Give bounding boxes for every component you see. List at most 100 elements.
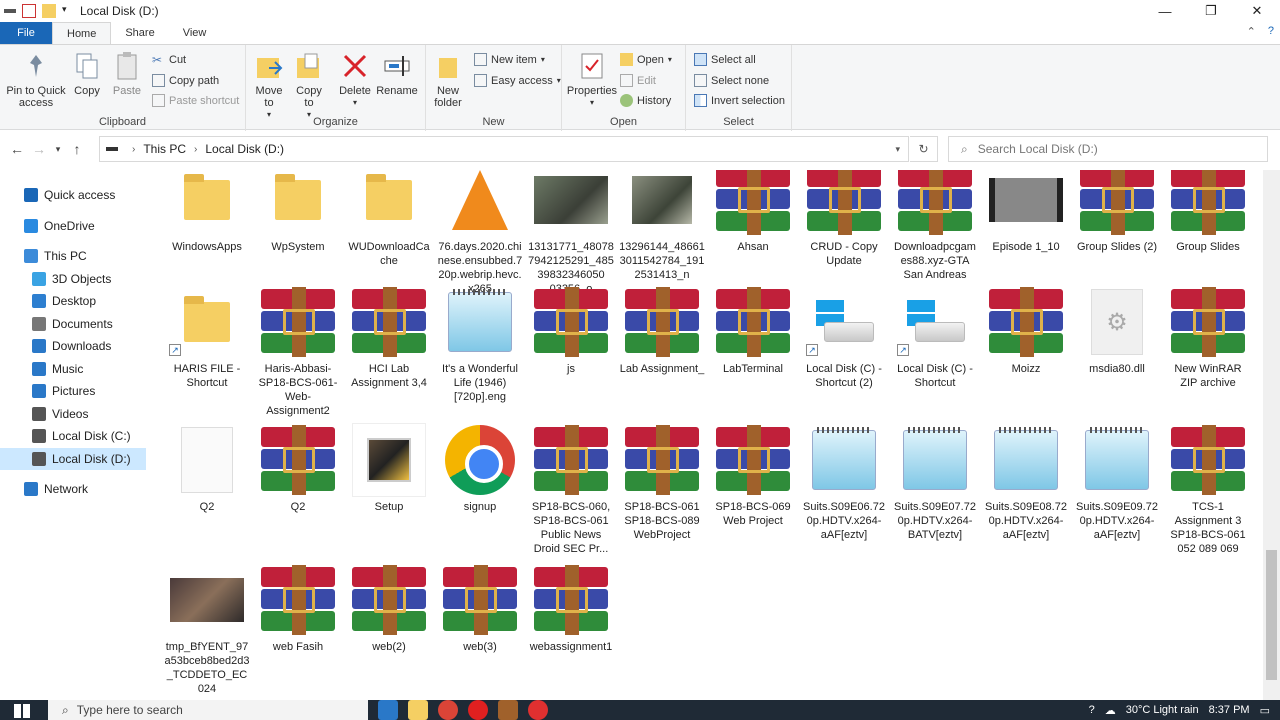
file-item[interactable]: LabTerminal	[710, 286, 796, 376]
file-item[interactable]: New WinRAR ZIP archive	[1165, 286, 1251, 390]
address-dropdown-icon[interactable]: ▾	[895, 144, 900, 155]
file-item[interactable]: ↗ Local Disk (C) - Shortcut (2)	[801, 286, 887, 390]
maximize-button[interactable]: ❐	[1188, 0, 1234, 22]
history-button[interactable]: History	[620, 94, 671, 107]
properties-icon[interactable]	[22, 4, 36, 18]
file-item[interactable]: Episode 1_10	[983, 170, 1069, 254]
file-item[interactable]: 76.days.2020.chinese.ensubbed.720p.webri…	[437, 170, 523, 296]
breadcrumb-this-pc[interactable]: This PC	[143, 142, 186, 156]
easy-access-button[interactable]: Easy access ▾	[474, 74, 561, 87]
forward-arrow-icon[interactable]: →	[28, 141, 50, 157]
breadcrumb-local-disk-d[interactable]: Local Disk (D:)	[205, 142, 284, 156]
file-item[interactable]: web Fasih	[255, 564, 341, 654]
file-item[interactable]: Downloadpcgames88.xyz-GTA San Andreas	[892, 170, 978, 282]
new-item-button[interactable]: New item ▾	[474, 53, 545, 66]
file-item[interactable]: WpSystem	[255, 170, 341, 254]
copy-to-button[interactable]: Copy to ▾	[294, 51, 324, 121]
tab-file[interactable]: File	[0, 22, 52, 44]
file-item[interactable]: ⚙ msdia80.dll	[1074, 286, 1160, 376]
file-item[interactable]: Suits.S09E07.720p.HDTV.x264-BATV[eztv]	[892, 424, 978, 542]
nav-item-onedrive[interactable]: OneDrive	[0, 215, 150, 238]
nav-item-quick-access[interactable]: Quick access	[0, 184, 150, 207]
move-to-button[interactable]: Move to ▾	[254, 51, 284, 121]
file-item[interactable]: web(3)	[437, 564, 523, 654]
nav-item-documents[interactable]: Documents	[0, 313, 150, 336]
nav-item-music[interactable]: Music	[0, 358, 150, 381]
vertical-scrollbar[interactable]	[1263, 170, 1280, 700]
file-item[interactable]: WUDownloadCache	[346, 170, 432, 268]
minimize-button[interactable]: —	[1142, 0, 1188, 22]
file-item[interactable]: It's a Wonderful Life (1946) [720p].eng	[437, 286, 523, 404]
opera-icon[interactable]	[468, 700, 488, 720]
nav-item-network[interactable]: Network	[0, 478, 150, 501]
help-icon[interactable]: ?	[1089, 704, 1095, 716]
scrollbar-thumb[interactable]	[1266, 550, 1277, 680]
file-item[interactable]: TCS-1 Assignment 3 SP18-BCS-061 052 089 …	[1165, 424, 1251, 556]
tab-home[interactable]: Home	[52, 22, 112, 44]
start-windows-icon[interactable]	[14, 704, 30, 718]
file-item[interactable]: SP18-BCS-069 Web Project	[710, 424, 796, 528]
file-item[interactable]: Lab Assignment_	[619, 286, 705, 376]
file-explorer-icon[interactable]	[408, 700, 428, 720]
copy-button[interactable]: Copy	[70, 51, 104, 97]
media-player-icon[interactable]	[528, 700, 548, 720]
file-item[interactable]: tmp_BfYENT_97a53bceb8bed2d3_TCDDETO_EC02…	[164, 564, 250, 696]
cut-button[interactable]: ✂ Cut	[152, 53, 186, 67]
file-item[interactable]: web(2)	[346, 564, 432, 654]
search-input[interactable]: ⌕ Search Local Disk (D:)	[948, 136, 1268, 162]
new-folder-icon[interactable]	[42, 4, 56, 18]
file-item[interactable]: signup	[437, 424, 523, 514]
file-item[interactable]: Haris-Abbasi-SP18-BCS-061-Web-Assignment…	[255, 286, 341, 418]
file-item[interactable]: Setup	[346, 423, 432, 514]
collapse-ribbon-icon[interactable]: ⌃	[1247, 25, 1256, 38]
nav-item-local-disk-c[interactable]: Local Disk (C:)	[0, 425, 150, 448]
clock[interactable]: 8:37 PM	[1209, 704, 1250, 716]
nav-item-videos[interactable]: Videos	[0, 403, 150, 426]
invert-selection-button[interactable]: Invert selection	[694, 94, 785, 107]
file-item[interactable]: Q2	[164, 424, 250, 514]
open-button[interactable]: Open ▾	[620, 53, 672, 66]
winrar-icon[interactable]	[498, 700, 518, 720]
properties-button[interactable]: Properties ▾	[566, 51, 618, 109]
nav-item-local-disk-d[interactable]: Local Disk (D:)	[0, 447, 146, 470]
help-icon[interactable]: ?	[1268, 25, 1274, 38]
vscode-icon[interactable]	[378, 700, 398, 720]
notification-icon[interactable]: ▭	[1260, 704, 1270, 717]
file-item[interactable]: SP18-BCS-061 SP18-BCS-089 WebProject	[619, 424, 705, 542]
file-item[interactable]: Suits.S09E08.720p.HDTV.x264-aAF[eztv]	[983, 424, 1069, 542]
back-arrow-icon[interactable]: ←	[6, 141, 28, 157]
file-item[interactable]: 13296144_486613011542784_1912531413_n	[619, 170, 705, 282]
file-item[interactable]: WindowsApps	[164, 170, 250, 254]
customize-chevron-icon[interactable]: ▾	[62, 4, 70, 18]
file-item[interactable]: js	[528, 286, 614, 376]
file-item[interactable]: Q2	[255, 424, 341, 514]
recent-locations-chevron-icon[interactable]: ▾	[50, 144, 66, 155]
weather-text[interactable]: 30°C Light rain	[1126, 704, 1199, 716]
file-item[interactable]: CRUD - Copy Update	[801, 170, 887, 268]
close-button[interactable]: ✕	[1234, 0, 1280, 22]
file-item[interactable]: SP18-BCS-060, SP18-BCS-061 Public News D…	[528, 424, 614, 556]
nav-item-this-pc[interactable]: This PC	[0, 245, 150, 268]
file-item[interactable]: ↗ Local Disk (C) - Shortcut	[892, 286, 978, 390]
tab-share[interactable]: Share	[111, 22, 168, 44]
refresh-icon[interactable]: ↻	[910, 136, 938, 162]
address-field[interactable]: › This PC › Local Disk (D:) ▾	[99, 136, 909, 162]
rename-button[interactable]: Rename	[376, 51, 418, 97]
file-item[interactable]: Group Slides (2)	[1074, 170, 1160, 254]
file-item[interactable]: 13131771_480787942125291_48539832346050 …	[528, 170, 614, 296]
nav-item-pictures[interactable]: Pictures	[0, 380, 150, 403]
nav-item-downloads[interactable]: Downloads	[0, 335, 150, 358]
nav-item-3d-objects[interactable]: 3D Objects	[0, 268, 150, 291]
pin-quick-access-button[interactable]: Pin to Quick access	[6, 51, 66, 109]
file-item[interactable]: Moizz	[983, 286, 1069, 376]
edit-button[interactable]: Edit	[620, 74, 656, 87]
file-item[interactable]: Suits.S09E09.720p.HDTV.x264-aAF[eztv]	[1074, 424, 1160, 542]
tab-view[interactable]: View	[169, 22, 221, 44]
copy-path-button[interactable]: Copy path	[152, 74, 219, 87]
paste-button[interactable]: Paste	[110, 51, 144, 97]
file-item[interactable]: Ahsan	[710, 170, 796, 254]
nav-item-desktop[interactable]: Desktop	[0, 290, 150, 313]
delete-button[interactable]: Delete ▾	[338, 51, 372, 109]
file-item[interactable]: HCI Lab Assignment 3,4	[346, 286, 432, 390]
file-item[interactable]: ↗ HARIS FILE - Shortcut	[164, 286, 250, 390]
